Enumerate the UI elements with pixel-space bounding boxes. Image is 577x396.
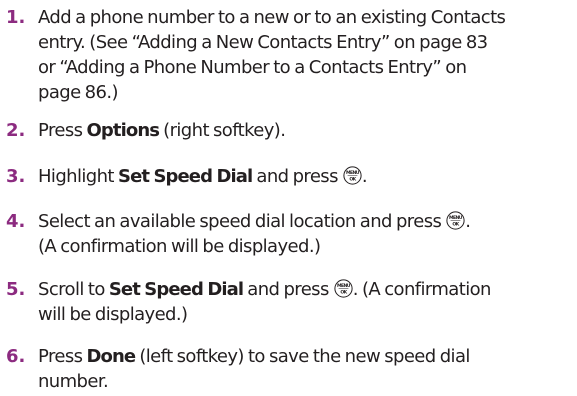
svg-text:MENU: MENU xyxy=(346,170,360,176)
step-text: Scroll to Set Speed Dial and press MENU OK… xyxy=(38,277,575,327)
step-number: 6. xyxy=(6,346,26,367)
step-text-tail: and press xyxy=(252,166,338,187)
softkey-label-options: Options xyxy=(86,120,160,141)
step-line: or “Adding a Phone Number to a Contacts … xyxy=(38,57,467,78)
step-text: Highlight Set Speed Dial and press MENU OK… xyxy=(38,164,575,189)
step-line: entry. (See “Adding a New Contacts Entry… xyxy=(38,32,488,53)
menu-ok-key-icon: MENU OK xyxy=(343,166,362,185)
step-text-lead: Highlight xyxy=(38,166,118,187)
step-text-end: . xyxy=(361,166,368,187)
step-line: Scroll to Set Speed Dial and press MENU OK… xyxy=(38,277,575,302)
step-line: number. xyxy=(38,371,109,392)
step-line: page 86.) xyxy=(38,82,119,103)
step-number: 4. xyxy=(6,211,26,232)
step-text: Press Done (left softkey) to save the ne… xyxy=(38,344,575,394)
menu-ok-key-icon: MENU OK xyxy=(334,279,353,298)
step-text-lead: Select an available speed dial location … xyxy=(38,211,442,232)
step-text-tail: (left softkey) to save the new speed dia… xyxy=(135,346,470,367)
step-number: 3. xyxy=(6,166,26,187)
menu-ok-key-icon: MENU OK xyxy=(446,211,465,230)
step-line: will be displayed.) xyxy=(38,304,188,325)
step-text-lead: Scroll to xyxy=(38,279,109,300)
step-number: 2. xyxy=(6,120,26,141)
step-line: Highlight Set Speed Dial and press MENU OK… xyxy=(38,164,575,189)
step-line: Press Done (left softkey) to save the ne… xyxy=(38,344,575,369)
step-number: 1. xyxy=(6,7,26,28)
step-text-tail: (right softkey). xyxy=(159,120,286,141)
menu-item-set-speed-dial: Set Speed Dial xyxy=(108,279,244,300)
step-text: Press Options (right softkey). xyxy=(38,118,575,143)
step-line: Press Options (right softkey). xyxy=(38,118,575,143)
svg-text:MENU: MENU xyxy=(337,283,351,289)
step-line: Select an available speed dial location … xyxy=(38,209,575,234)
step-line: (A confirmation will be displayed.) xyxy=(38,236,321,257)
svg-text:MENU: MENU xyxy=(449,215,463,221)
step-line: Add a phone number to a new or to an exi… xyxy=(38,7,506,28)
svg-text:OK: OK xyxy=(453,221,460,227)
step-text-lead: Press xyxy=(38,346,87,367)
step-text-lead: Press xyxy=(38,120,87,141)
step-text: Add a phone number to a new or to an exi… xyxy=(38,5,575,105)
step-text-end: . xyxy=(465,211,471,232)
menu-item-set-speed-dial: Set Speed Dial xyxy=(118,166,253,187)
step-text: Select an available speed dial location … xyxy=(38,209,575,259)
svg-text:OK: OK xyxy=(349,176,356,182)
svg-text:OK: OK xyxy=(340,289,347,295)
step-text-end: . (A confirmation xyxy=(352,279,492,300)
step-number: 5. xyxy=(6,279,26,300)
step-text-tail: and press xyxy=(243,279,329,300)
softkey-label-done: Done xyxy=(86,346,137,367)
